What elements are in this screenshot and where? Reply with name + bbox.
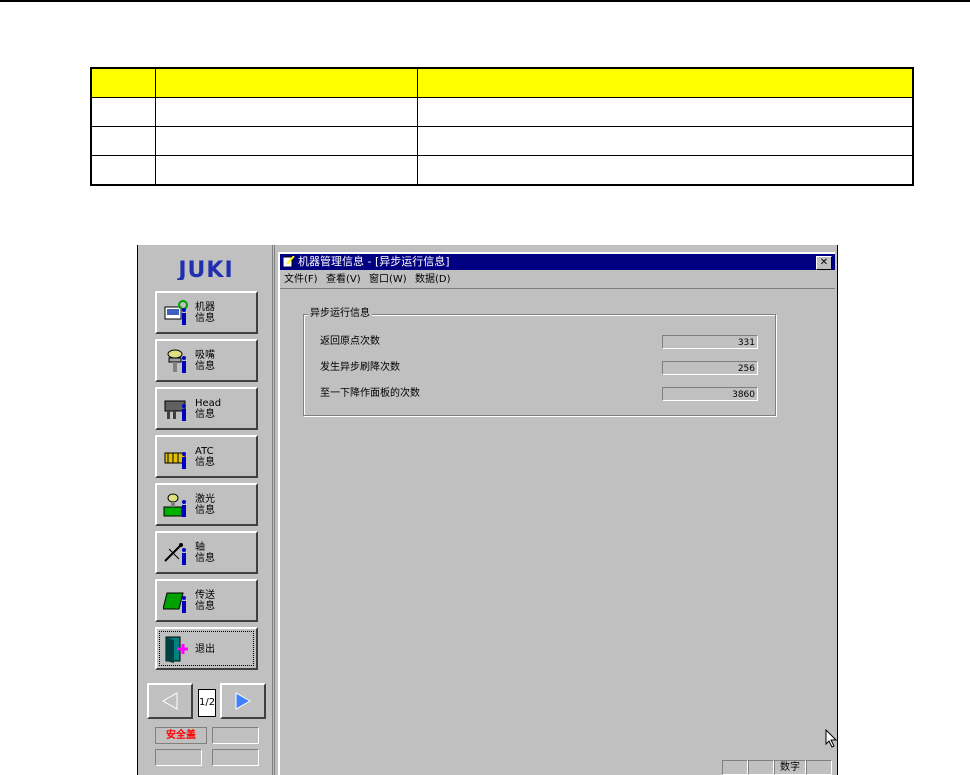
nav-button-nozzle-info[interactable]: 吸嘴 信息 (155, 339, 258, 382)
nav-button-axis-info[interactable]: 轴 信息 (155, 531, 258, 574)
title-bar[interactable]: 机器管理信息 - [异步运行信息] ✕ (280, 254, 835, 270)
mouse-pointer-icon (825, 729, 838, 748)
status-slot (212, 727, 259, 744)
safety-cover-status: 安全盖 (155, 727, 207, 744)
status-slot (212, 749, 259, 766)
nav-button-label: 轴 信息 (195, 542, 215, 564)
nav-button-conveyor-info[interactable]: 传送 信息 (155, 579, 258, 622)
status-slot (155, 749, 202, 766)
axis-info-icon (164, 543, 186, 565)
nav-button-label: ATC 信息 (195, 446, 215, 468)
table-cell (416, 67, 914, 98)
status-bar: 数字 (280, 758, 835, 775)
table-cell (416, 126, 914, 156)
table-row (90, 126, 914, 156)
table-cell (416, 97, 914, 127)
left-panel: JUKI 机器 信息 吸嘴 信息 Head 信息 ATC 信息 激光 信息 轴 … (138, 245, 275, 775)
nav-button-label: 机器 信息 (195, 302, 215, 324)
menu-window[interactable]: 窗口(W) (369, 273, 407, 286)
nozzle-info-icon (167, 349, 186, 373)
document-edit-icon (283, 256, 295, 267)
machine-info-icon (164, 300, 188, 325)
nav-button-label: 吸嘴 信息 (195, 350, 215, 372)
menu-view[interactable]: 查看(V) (326, 273, 361, 286)
window-title: 机器管理信息 - [异步运行信息] (298, 255, 450, 268)
table-cell (416, 155, 914, 186)
exit-door-icon (165, 636, 188, 663)
top-rule (0, 0, 970, 2)
origin-return-count-label: 返回原点次数 (320, 336, 380, 347)
nav-button-atc-info[interactable]: ATC 信息 (155, 435, 258, 478)
panel-lower-count-label: 至一下降作面板的次数 (320, 388, 420, 399)
table-cell (90, 97, 156, 127)
table-row (90, 155, 914, 186)
table-row (90, 97, 914, 127)
laser-info-icon (163, 493, 186, 517)
nav-button-label: 传送 信息 (195, 590, 215, 612)
machine-ui-screenshot: JUKI 机器 信息 吸嘴 信息 Head 信息 ATC 信息 激光 信息 轴 … (137, 245, 838, 775)
nav-button-laser-info[interactable]: 激光 信息 (155, 483, 258, 526)
table-cell (90, 155, 156, 186)
close-button[interactable]: ✕ (816, 256, 832, 270)
panel-lower-count-value: 3860 (662, 387, 758, 401)
exit-button[interactable]: 退出 (155, 627, 258, 670)
exit-button-label: 退出 (195, 644, 215, 655)
nav-button-machine-info[interactable]: 机器 信息 (155, 291, 258, 334)
menu-file[interactable]: 文件(F) (284, 273, 318, 286)
numlock-indicator: 数字 (774, 760, 806, 775)
table-cell (154, 155, 418, 186)
async-fault-count-label: 发生异步刷降次数 (320, 362, 400, 373)
table-cell (154, 126, 418, 156)
menu-bar: 文件(F) 查看(V) 窗口(W) 数据(D) (280, 271, 835, 289)
page-navigator: 1/2 (147, 683, 268, 721)
table-header-row (90, 67, 914, 98)
head-info-icon (164, 400, 186, 421)
atc-info-icon (164, 452, 186, 469)
nav-button-label: 激光 信息 (195, 494, 215, 516)
left-arrow-icon (161, 692, 178, 710)
juki-logo: JUKI (176, 258, 233, 280)
async-run-info-group: 异步运行信息 返回原点次数 331 发生异步刷降次数 256 至一下降作面板的次… (303, 308, 776, 416)
prev-page-button[interactable] (147, 683, 193, 719)
status-pane (748, 760, 774, 775)
machine-management-window: 机器管理信息 - [异步运行信息] ✕ 文件(F) 查看(V) 窗口(W) 数据… (278, 252, 838, 775)
table-cell (154, 67, 418, 98)
table-cell (154, 97, 418, 127)
status-pane (806, 760, 832, 775)
page-indicator: 1/2 (198, 689, 216, 717)
group-title: 异步运行信息 (308, 308, 372, 320)
table-cell (90, 126, 156, 156)
nav-button-label: Head 信息 (195, 398, 222, 420)
async-fault-count-value: 256 (662, 361, 758, 375)
origin-return-count-value: 331 (662, 335, 758, 349)
client-area: 异步运行信息 返回原点次数 331 发生异步刷降次数 256 至一下降作面板的次… (280, 290, 838, 759)
table-cell (90, 67, 156, 98)
conveyor-info-icon (163, 592, 186, 613)
logo-text: JUKI (176, 258, 233, 280)
document-table (90, 67, 914, 186)
next-page-button[interactable] (220, 683, 266, 719)
right-arrow-icon (235, 692, 252, 710)
nav-button-head-info[interactable]: Head 信息 (155, 387, 258, 430)
menu-data[interactable]: 数据(D) (415, 273, 451, 286)
status-pane (722, 760, 748, 775)
